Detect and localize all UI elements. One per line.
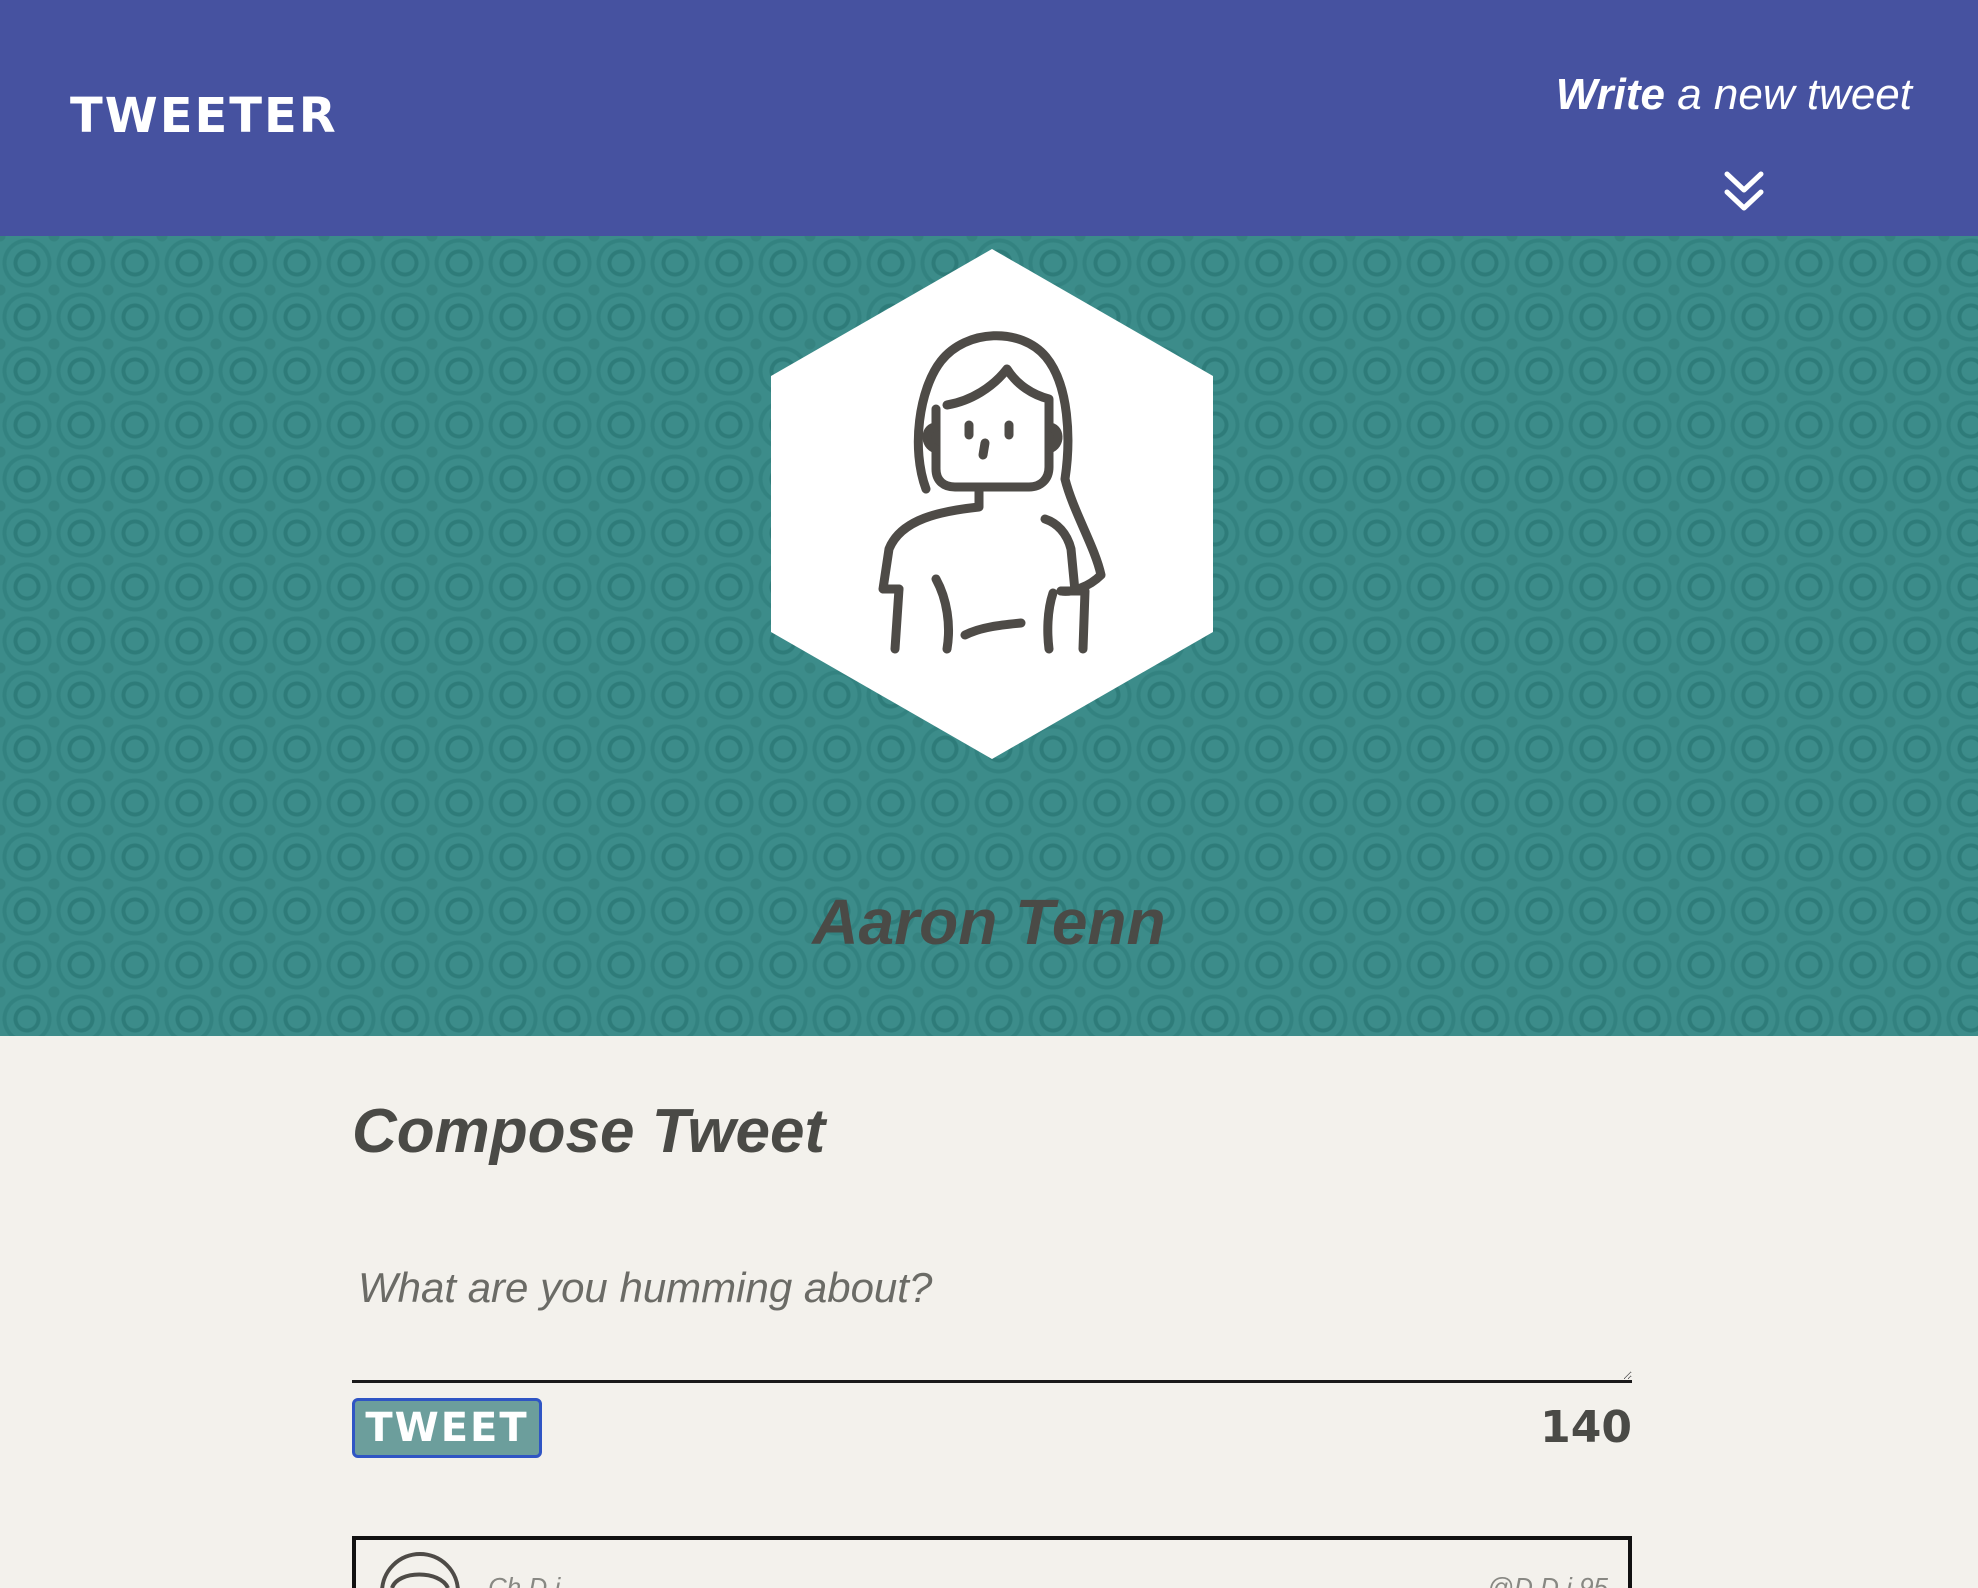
tweet-button[interactable]: TWEET: [352, 1398, 542, 1458]
user-avatar-icon: [380, 1552, 460, 1588]
tweet-card: Ch D i @D D i 95: [352, 1536, 1632, 1588]
profile-header: Aaron Tenn: [0, 236, 1978, 1036]
compose-toggle-label-rest: a new tweet: [1664, 70, 1912, 119]
tweet-author-handle: @D D i 95: [1487, 1572, 1608, 1588]
page: TWEETER Write a new tweet Aaron Tenn Com…: [0, 0, 1978, 1588]
compose-toggle-button[interactable]: Write a new tweet: [1492, 62, 1912, 222]
woman-avatar-icon: [771, 249, 1213, 759]
double-chevron-down-icon[interactable]: [1723, 168, 1765, 214]
compose-toggle-label-bold: Write: [1555, 70, 1665, 119]
tweet-textarea[interactable]: [352, 1259, 1632, 1383]
profile-name: Aaron Tenn: [812, 886, 1166, 958]
tweet-author-name: Ch D i: [488, 1572, 561, 1588]
compose-toggle-label[interactable]: Write a new tweet: [1556, 62, 1912, 128]
top-nav: TWEETER Write a new tweet: [0, 0, 1978, 236]
character-counter: 140: [1540, 1402, 1632, 1453]
compose-title: Compose Tweet: [352, 1097, 826, 1166]
brand-logo[interactable]: TWEETER: [70, 88, 338, 144]
main-content: Compose Tweet TWEET 140 Ch D i @D D i 95: [352, 1036, 1632, 1588]
